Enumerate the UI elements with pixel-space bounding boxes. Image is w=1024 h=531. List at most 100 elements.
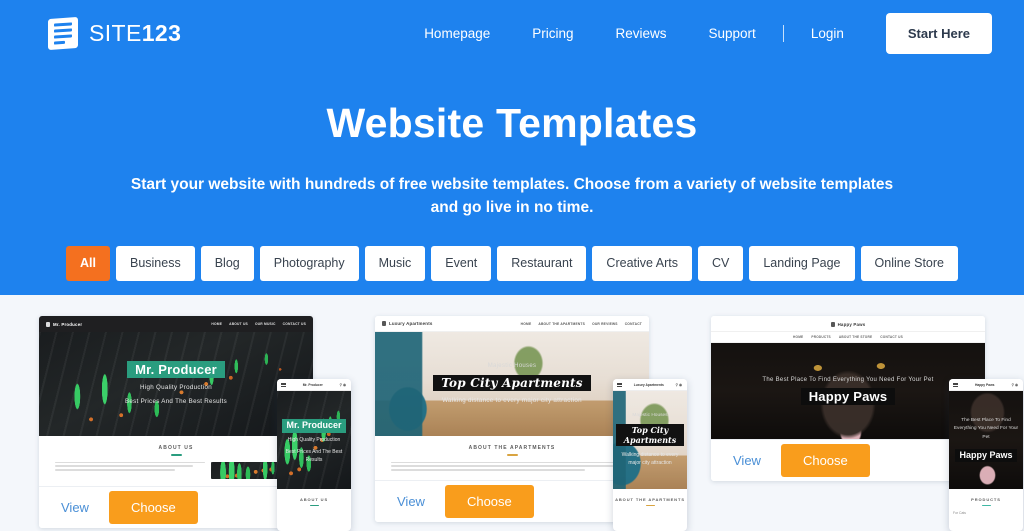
preview-nav-item: HOME xyxy=(793,335,804,339)
preview-hero-title: Top City Apartments xyxy=(433,374,591,391)
view-link[interactable]: View xyxy=(397,494,425,509)
mobile-hero-line-1: Majestic Houses xyxy=(632,413,668,419)
main-nav: Homepage Pricing Reviews Support Login S… xyxy=(403,13,992,54)
preview-site-nav: HOME ABOUT US OUR MUSIC CONTACT US xyxy=(211,322,306,326)
preview-logo-icon xyxy=(382,321,386,326)
preview-nav-item: CONTACT US xyxy=(282,322,306,326)
preview-hero-line-1: The Best Place To Find Everything You Ne… xyxy=(762,376,934,383)
filter-pill-business[interactable]: Business xyxy=(115,246,195,281)
hero-section: Website Templates Start your website wit… xyxy=(0,67,1024,295)
brand-name-light: SITE xyxy=(89,20,142,46)
filter-pill-landing-page[interactable]: Landing Page xyxy=(749,246,855,281)
choose-button[interactable]: Choose xyxy=(108,490,198,524)
mobile-hero-line-2: Best Prices And The Best Results xyxy=(285,448,343,464)
mobile-hero-line-1: High Quality Production xyxy=(287,437,341,444)
preview-about-title: ABOUT US xyxy=(158,445,194,451)
template-card[interactable]: Happy Paws HOME PRODUCTS ABOUT THE STORE… xyxy=(711,316,1023,531)
mobile-preview-site-name: Luxury Apartments xyxy=(633,382,664,387)
preview-about-text xyxy=(55,461,205,479)
preview-hero-line-2: Best Prices And The Best Results xyxy=(125,398,227,405)
card-actions: View Choose xyxy=(375,479,649,522)
preview-nav-item: PRODUCTS xyxy=(811,335,831,339)
filter-pill-cv[interactable]: CV xyxy=(697,246,744,281)
mobile-about-rule xyxy=(309,505,319,507)
phone-search-icons: ⚲◉ xyxy=(1011,382,1019,387)
filter-pill-online-store[interactable]: Online Store xyxy=(860,246,958,281)
template-card[interactable]: Mr. Producer HOME ABOUT US OUR MUSIC CON… xyxy=(39,316,351,531)
preview-nav-item: CONTACT xyxy=(624,321,642,326)
preview-nav-item: ABOUT US xyxy=(229,322,248,326)
mobile-about-title: ABOUT THE APARTMENTS xyxy=(615,497,685,502)
preview-site-nav: HOME PRODUCTS ABOUT THE STORE CONTACT US xyxy=(711,332,985,343)
preview-site-name: Happy Paws xyxy=(837,322,866,327)
mobile-preview-header: Mr. Producer ⚲◉ xyxy=(277,379,351,391)
template-preview-mobile[interactable]: Happy Paws ⚲◉ The Best Place To Find Eve… xyxy=(949,379,1023,531)
phone-search-icons: ⚲◉ xyxy=(339,382,347,387)
filter-pill-all[interactable]: All xyxy=(66,246,110,281)
preview-hero: Mr. Producer High Quality Production Bes… xyxy=(39,332,313,436)
preview-about-title: ABOUT THE APARTMENTS xyxy=(468,445,556,451)
preview-nav-item: CONTACT US xyxy=(880,335,903,339)
view-link[interactable]: View xyxy=(61,500,89,515)
preview-site-header: Mr. Producer HOME ABOUT US OUR MUSIC CON… xyxy=(39,316,313,332)
filter-pill-restaurant[interactable]: Restaurant xyxy=(497,246,587,281)
preview-nav-item: OUR MUSIC xyxy=(254,322,276,326)
template-preview-desktop[interactable]: Mr. Producer HOME ABOUT US OUR MUSIC CON… xyxy=(39,316,313,528)
choose-button[interactable]: Choose xyxy=(780,444,870,477)
start-here-button[interactable]: Start Here xyxy=(885,13,992,54)
preview-hero-title: Mr. Producer xyxy=(127,361,225,379)
template-preview-mobile[interactable]: Luxury Apartments ⚲◉ Majestic Houses Top… xyxy=(613,379,687,531)
filter-pill-event[interactable]: Event xyxy=(431,246,492,281)
filter-pill-creative-arts[interactable]: Creative Arts xyxy=(592,246,692,281)
page-title: Website Templates xyxy=(326,100,698,146)
mobile-preview-hero: The Best Place To Find Everything You Ne… xyxy=(949,391,1023,489)
preview-hero: The Best Place To Find Everything You Ne… xyxy=(711,343,985,439)
preview-nav-item: ABOUT THE STORE xyxy=(838,335,873,339)
phone-search-icons: ⚲◉ xyxy=(675,382,683,387)
mobile-preview-hero: Majestic Houses Top City Apartments Walk… xyxy=(613,391,687,489)
mobile-preview-header: Happy Paws ⚲◉ xyxy=(949,379,1023,391)
mobile-hero-line-1: The Best Place To Find Everything You Ne… xyxy=(953,418,1019,440)
mobile-about-section: ABOUT THE APARTMENTS xyxy=(613,489,687,511)
choose-button[interactable]: Choose xyxy=(444,484,534,518)
template-preview-desktop[interactable]: Happy Paws HOME PRODUCTS ABOUT THE STORE… xyxy=(711,316,985,481)
nav-item-support[interactable]: Support xyxy=(688,26,777,41)
mobile-about-caption: For Cats xyxy=(953,511,966,516)
view-link[interactable]: View xyxy=(733,453,761,468)
preview-hero-line-1: Majestic Houses xyxy=(487,362,537,369)
mobile-preview-site-name: Happy Paws xyxy=(975,382,995,387)
nav-item-reviews[interactable]: Reviews xyxy=(595,26,688,41)
filter-pill-photography[interactable]: Photography xyxy=(259,246,359,281)
brand-logo[interactable]: SITE123 xyxy=(48,16,181,51)
mobile-hero-title: Mr. Producer xyxy=(282,419,346,433)
nav-item-login[interactable]: Login xyxy=(790,26,865,41)
category-filter-bar: All Business Blog Photography Music Even… xyxy=(0,246,1024,281)
mobile-preview-site-name: Mr. Producer xyxy=(302,382,323,387)
preview-about-section: ABOUT THE APARTMENTS xyxy=(375,436,649,480)
filter-pill-music[interactable]: Music xyxy=(364,246,426,281)
nav-item-homepage[interactable]: Homepage xyxy=(403,26,511,41)
preview-about-rule xyxy=(506,454,518,456)
card-actions: View Choose xyxy=(711,439,985,481)
preview-hero: Majestic Houses Top City Apartments Walk… xyxy=(375,332,649,436)
card-actions: View Choose xyxy=(39,485,313,528)
preview-hero-line-1: High Quality Production xyxy=(140,384,212,392)
brand-name: SITE123 xyxy=(89,20,181,47)
preview-about-rule xyxy=(170,454,182,456)
preview-site-header: Happy Paws xyxy=(711,316,985,332)
preview-about-section: ABOUT US xyxy=(39,436,313,486)
filter-pill-blog[interactable]: Blog xyxy=(200,246,254,281)
preview-nav-item: OUR REVIEWS xyxy=(592,321,618,326)
document-lines-icon xyxy=(48,16,78,51)
template-preview-desktop[interactable]: Luxury Apartments HOME ABOUT THE APARTME… xyxy=(375,316,649,522)
nav-divider xyxy=(782,25,784,42)
preview-nav-item: ABOUT THE APARTMENTS xyxy=(538,321,586,326)
preview-site-name: Luxury Apartments xyxy=(389,321,433,326)
nav-item-pricing[interactable]: Pricing xyxy=(511,26,594,41)
template-grid: Mr. Producer HOME ABOUT US OUR MUSIC CON… xyxy=(0,295,1024,531)
template-card[interactable]: Luxury Apartments HOME ABOUT THE APARTME… xyxy=(375,316,687,531)
preview-site-header: Luxury Apartments HOME ABOUT THE APARTME… xyxy=(375,316,649,332)
mobile-preview-header: Luxury Apartments ⚲◉ xyxy=(613,379,687,391)
preview-nav-item: HOME xyxy=(211,322,223,326)
template-preview-mobile[interactable]: Mr. Producer ⚲◉ Mr. Producer High Qualit… xyxy=(277,379,351,531)
